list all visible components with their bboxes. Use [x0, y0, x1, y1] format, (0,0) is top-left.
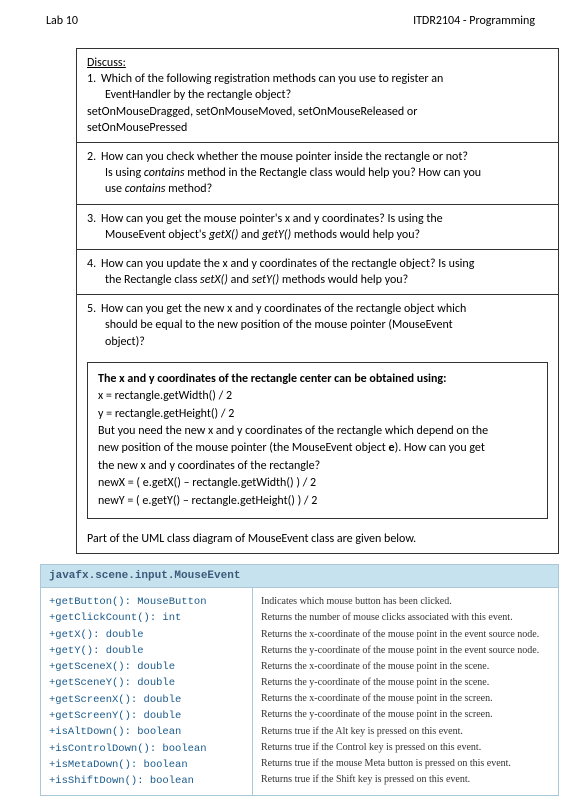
uml-desc: Returns true if the Shift key is pressed… [261, 772, 550, 788]
q4-italic-2: setY() [252, 273, 279, 287]
q2-text-3a: use [105, 182, 125, 196]
q4-number: 4. [87, 256, 101, 272]
q5-text-1: How can you get the new x and y coordina… [101, 302, 466, 316]
uml-method: +isControlDown(): boolean [49, 741, 244, 757]
q1-text-1: Which of the following registration meth… [101, 72, 443, 86]
q2-number: 2. [87, 149, 101, 165]
question-2: 2.How can you check whether the mouse po… [77, 143, 558, 205]
box-line-6: newX = ( e.getX() – rectangle.getWidth()… [98, 475, 537, 492]
uml-method: +getY(): double [49, 643, 244, 659]
uml-desc: Returns the x-coordinate of the mouse po… [261, 691, 550, 707]
box-line-1: x = rectangle.getWidth() / 2 [98, 388, 537, 405]
q5-text-2: should be equal to the new position of t… [87, 317, 548, 333]
box-line-5: the new x and y coordinates of the recta… [98, 458, 537, 475]
uml-method: +getSceneX(): double [49, 659, 244, 675]
uml-method: +isShiftDown(): boolean [49, 773, 244, 789]
q4-text-2c: methods would help you? [279, 273, 408, 287]
uml-desc: Indicates which mouse button has been cl… [261, 594, 550, 610]
uml-desc: Returns the y-coordinate of the mouse po… [261, 707, 550, 723]
q5-text-3: object)? [87, 334, 548, 350]
answer-box: The x and y coordinates of the rectangle… [87, 362, 548, 519]
uml-method: +getX(): double [49, 627, 244, 643]
box-bold-1: The x and y coordinates of the rectangle… [98, 372, 446, 386]
uml-class-name: javafx.scene.input.MouseEvent [40, 564, 559, 587]
page-header: Lab 10 ITDR2104 - Programming [10, 14, 567, 28]
box-line-3: But you need the new x and y coordinates… [98, 423, 537, 440]
q2-text-1: How can you check whether the mouse poin… [101, 150, 468, 164]
q1-text-2: EventHandler by the rectangle object? [87, 87, 548, 103]
q3-italic-1: getX() [209, 228, 238, 242]
q3-number: 3. [87, 211, 101, 227]
q4-text-2b: and [228, 273, 252, 287]
q2-text-2a: Is using [105, 166, 144, 180]
uml-method: +getScreenX(): double [49, 692, 244, 708]
q3-text-2c: methods would help you? [291, 228, 420, 242]
q4-text-2a: the Rectangle class [105, 273, 200, 287]
q3-italic-2: getY() [262, 228, 291, 242]
uml-caption: Part of the UML class diagram of MouseEv… [77, 525, 558, 553]
question-1: Discuss: 1.Which of the following regist… [77, 49, 558, 143]
uml-method: +isAltDown(): boolean [49, 724, 244, 740]
box-line-4a: new position of the mouse pointer (the M… [98, 441, 389, 455]
q2-italic-1: contains [144, 166, 185, 180]
uml-method: +getClickCount(): int [49, 610, 244, 626]
q3-text-1: How can you get the mouse pointer's x an… [101, 212, 443, 226]
q2-text-3b: method? [165, 182, 212, 196]
q4-text-1: How can you update the x and y coordinat… [101, 257, 474, 271]
uml-method: +getButton(): MouseButton [49, 594, 244, 610]
discuss-heading: Discuss: [87, 55, 548, 71]
document-page: Lab 10 ITDR2104 - Programming Discuss: 1… [0, 0, 577, 806]
uml-method: +getScreenY(): double [49, 708, 244, 724]
uml-desc: Returns the x-coordinate of the mouse po… [261, 627, 550, 643]
box-line-4c: ). How can you get [395, 441, 485, 455]
q3-text-2a: MouseEvent object's [105, 228, 209, 242]
uml-desc: Returns true if the Control key is press… [261, 740, 550, 756]
uml-class-body: +getButton(): MouseButton +getClickCount… [40, 587, 559, 796]
q5-number: 5. [87, 301, 101, 317]
questions-block: Discuss: 1.Which of the following regist… [76, 48, 559, 554]
uml-desc: Returns the x-coordinate of the mouse po… [261, 659, 550, 675]
header-left: Lab 10 [46, 14, 78, 28]
q2-text-2b: method in the Rectangle class would help… [185, 166, 482, 180]
box-line-2: y = rectangle.getHeight() / 2 [98, 406, 537, 423]
uml-desc: Returns the y-coordinate of the mouse po… [261, 675, 550, 691]
question-5: 5.How can you get the new x and y coordi… [77, 295, 558, 356]
q4-italic-1: setX() [200, 273, 228, 287]
question-3: 3.How can you get the mouse pointer's x … [77, 205, 558, 250]
uml-desc: Returns the number of mouse clicks assoc… [261, 610, 550, 626]
uml-method: +isMetaDown(): boolean [49, 757, 244, 773]
q1-code-1: setOnMouseDragged, setOnMouseMoved, setO… [87, 104, 548, 120]
header-right: ITDR2104 - Programming [413, 14, 535, 28]
uml-descriptions-column: Indicates which mouse button has been cl… [253, 588, 558, 795]
uml-desc: Returns the y-coordinate of the mouse po… [261, 643, 550, 659]
uml-desc: Returns true if the mouse Meta button is… [261, 756, 550, 772]
q1-code-2: setOnMousePressed [87, 120, 548, 136]
uml-desc: Returns true if the Alt key is pressed o… [261, 724, 550, 740]
q1-number: 1. [87, 71, 101, 87]
question-4: 4.How can you update the x and y coordin… [77, 250, 558, 295]
uml-methods-column: +getButton(): MouseButton +getClickCount… [41, 588, 253, 795]
q3-text-2b: and [238, 228, 262, 242]
box-line-7: newY = ( e.getY() – rectangle.getHeight(… [98, 493, 537, 510]
q2-italic-2: contains [125, 182, 166, 196]
uml-method: +getSceneY(): double [49, 675, 244, 691]
